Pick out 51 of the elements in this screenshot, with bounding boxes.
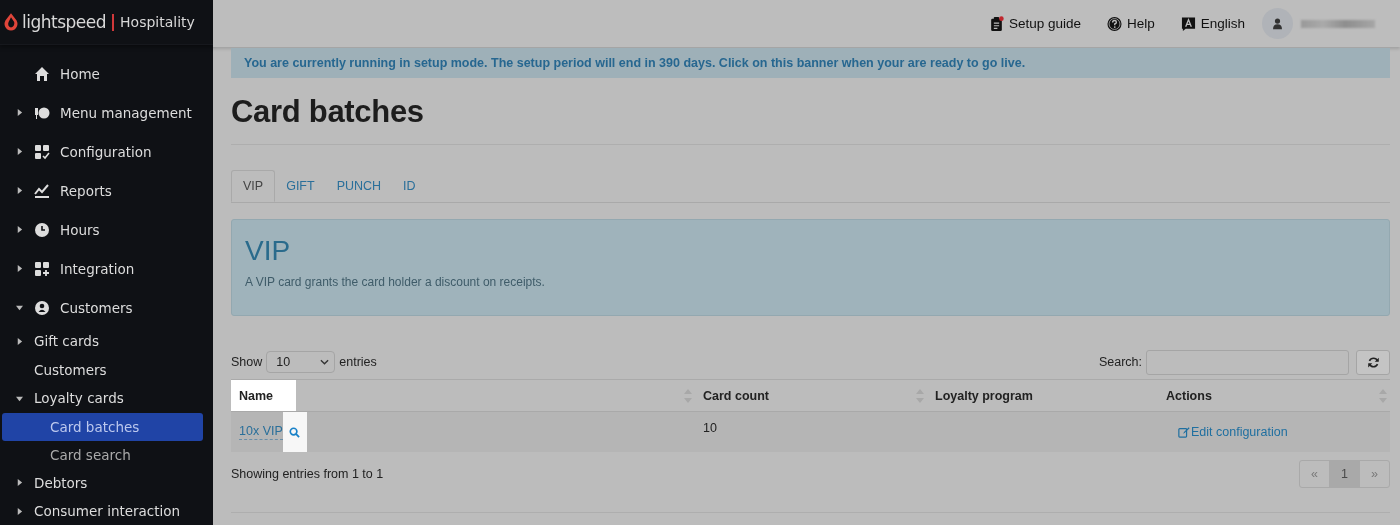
avatar[interactable] (1262, 8, 1293, 39)
entries-summary: Showing entries from 1 to 1 (231, 467, 384, 481)
language-selector[interactable]: English (1180, 15, 1245, 32)
sidebar-item[interactable]: Hours (0, 210, 203, 249)
sidebar-item[interactable]: Card search (2, 440, 203, 469)
sidebar-item[interactable]: Loyalty cards (0, 384, 203, 413)
help-icon (1106, 15, 1122, 32)
chart-line-icon (34, 182, 50, 199)
sidebar-item[interactable]: Debtors (0, 468, 203, 497)
sidebar-item[interactable]: Integration (0, 249, 203, 288)
info-heading: VIP (245, 235, 291, 267)
column-header[interactable]: Actions (1158, 380, 1212, 411)
search-icon (289, 426, 301, 438)
sidebar-item[interactable]: Menu management (0, 93, 203, 132)
clock-icon (34, 221, 50, 238)
refresh-button[interactable] (1356, 349, 1390, 375)
sidebar-item[interactable]: Configuration (0, 132, 203, 171)
search-button[interactable] (282, 412, 307, 452)
product-name: Hospitality (120, 14, 195, 30)
help-link[interactable]: Help (1106, 15, 1155, 32)
sidebar-item[interactable]: Home (0, 54, 203, 93)
sidebar-item[interactable]: Customers (0, 288, 203, 327)
flame-logo-icon (3, 12, 19, 32)
page-size-select[interactable]: 10 (266, 351, 336, 373)
user-circle-icon (34, 299, 50, 316)
sidebar-item[interactable]: Consumer interaction (0, 497, 203, 525)
info-text: A VIP card grants the card holder a discount on receipts. (245, 275, 545, 289)
show-label: Show (231, 355, 263, 369)
column-header[interactable]: Name (231, 380, 296, 411)
user-icon (1271, 17, 1284, 30)
home-icon (34, 65, 50, 82)
sidebar-item[interactable]: Reports (0, 171, 203, 210)
setup-guide-link[interactable]: Setup guide (988, 15, 1081, 32)
chevron-down-icon (320, 359, 330, 365)
sidebar-item[interactable]: Card batches (2, 412, 203, 441)
grid-plus-icon (34, 260, 50, 277)
sidebar-item[interactable]: Customers (0, 355, 203, 384)
page-title: Card batches (231, 94, 425, 130)
brand-name: lightspeed (22, 12, 107, 32)
sidebar-item[interactable]: Gift cards (0, 327, 203, 356)
search-label: Search: (1098, 355, 1142, 369)
translate-icon (1180, 15, 1196, 32)
page-button[interactable]: 1 (1329, 461, 1359, 487)
edit-icon (1178, 426, 1190, 438)
tab[interactable]: VIP (231, 170, 276, 202)
column-header[interactable]: Card count (695, 380, 769, 411)
refresh-icon (1366, 355, 1380, 369)
grid-check-icon (34, 143, 50, 160)
entries-label: entries (339, 355, 377, 369)
column-header: Loyalty program (934, 387, 1033, 405)
table-cell: 10 (703, 421, 717, 435)
